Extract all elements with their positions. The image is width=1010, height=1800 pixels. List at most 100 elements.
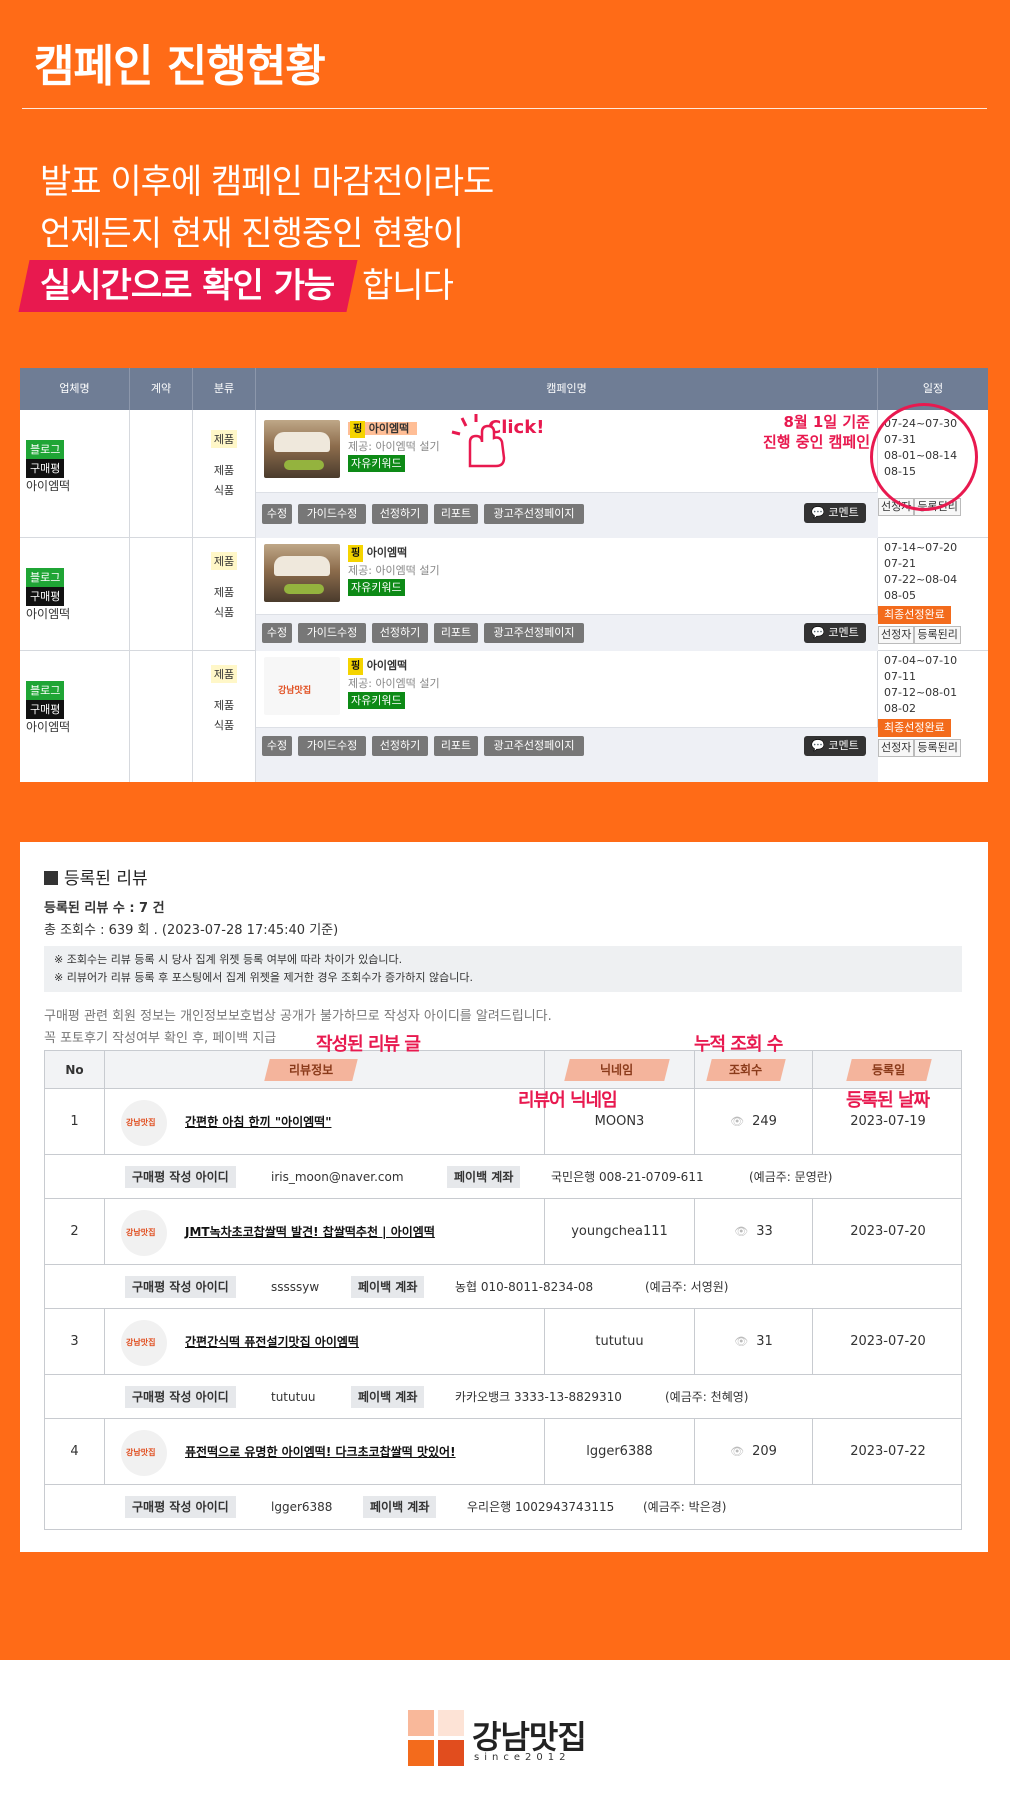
select-button[interactable]: 선정하기 [372,623,428,643]
ping-badge: 핑 [348,658,364,675]
registered-reviews-button[interactable]: 등록된리 [914,626,961,644]
guide-edit-button[interactable]: 가이드수정 [298,623,366,643]
date-annotation: 8월 1일 기준 진행 중인 캠페인 [762,413,870,451]
comment-button[interactable]: 💬 코멘트 [804,623,866,643]
intro-suffix: 합니다 [352,266,454,306]
nickname: tututuu [545,1309,695,1375]
reviewer-avatar: 강남맛집 [121,1100,167,1146]
campaign-name-link[interactable]: 아이엠떡 [367,546,407,559]
col-campaign: 캠페인명 [256,368,878,410]
reviewer-avatar: 강남맛집 [121,1210,167,1256]
col-review-info: 리뷰정보 [105,1051,545,1089]
action-bar: 수정 가이드수정 선정하기 리포트 광고주선정페이지 💬 코멘트 [256,727,878,782]
eye-icon: 👁 [730,1115,745,1128]
final-selection-badge[interactable]: 최종선정완료 [878,606,951,624]
action-bar: 수정 가이드수정 선정하기 리포트 광고주선정페이지 💬 코멘트 [256,492,878,538]
intro-text: 발표 이후에 캠페인 마감전이라도 언제든지 현재 진행중인 현황이 실시간으로… [18,156,494,312]
buy-review-badge: 구매평 [26,700,65,719]
buy-review-badge: 구매평 [26,459,65,478]
review-title-link[interactable]: 퓨전떡으로 유명한 아이엠떡! 다크초코찹쌀떡 맛있어! [185,1419,456,1485]
registered-reviews-button[interactable]: 등록된리 [914,739,961,757]
date-announce: 07-21 [884,557,916,570]
class-sub: 제품 [213,586,235,599]
campaign-table-header: 업체명 계약 분류 캠페인명 일정 [20,368,988,410]
review-table: No 리뷰정보 닉네임 조회수 등록일 1 강남맛집 간편한 아침 한끼 "아이… [44,1050,962,1530]
buyer-id: tututuu [271,1390,316,1404]
report-button[interactable]: 리포트 [434,504,478,524]
company-name: 아이엠떡 [26,479,71,493]
ping-badge: 핑 [350,421,366,438]
date-result: 08-05 [884,589,916,602]
action-bar: 수정 가이드수정 선정하기 리포트 광고주선정페이지 💬 코멘트 [256,614,878,651]
reg-date: 2023-07-22 [850,1444,926,1459]
reviewer-avatar: 강남맛집 [121,1430,167,1476]
date-review: 07-12~08-01 [884,686,958,699]
eye-icon: 👁 [734,1335,749,1348]
review-row: 4 강남맛집 퓨전떡으로 유명한 아이엠떡! 다크초코찹쌀떡 맛있어! lgge… [45,1419,961,1485]
account: 카카오뱅크 3333-13-8829310 [455,1390,622,1404]
blog-badge: 블로그 [26,568,65,587]
reviewer-avatar: 강남맛집 [121,1320,167,1366]
annotation-reviewer-nickname: 리뷰어 닉네임 [518,1090,618,1111]
views: 👁 209 [695,1419,813,1485]
brand-since: since2012 [474,1752,571,1763]
campaign-name-link[interactable]: 아이엠떡 [369,422,409,435]
total-views: 총 조회수 : 639 회 . (2023-07-28 17:45:40 기준) [44,923,339,938]
guide-edit-button[interactable]: 가이드수정 [298,504,366,524]
review-title-link[interactable]: JMT녹차초코찹쌀떡 발견! 찹쌀떡추천 | 아이엠떡 [185,1199,435,1265]
row-no: 4 [45,1419,105,1485]
reg-date: 2023-07-20 [850,1224,926,1239]
contract-cell [130,651,193,782]
comment-button[interactable]: 💬 코멘트 [804,736,866,756]
holder: (예금주: 서영원) [645,1280,729,1294]
col-views: 조회수 [695,1051,813,1089]
campaign-thumbnail[interactable] [264,544,340,602]
payback-label: 페이백 계좌 [363,1496,437,1518]
provider-text: 제공: 아이엠떡 설기 [348,564,440,577]
buy-review-badge: 구매평 [26,587,65,606]
notice-box: ※ 조회수는 리뷰 등록 시 당사 집계 위젯 등록 여부에 따라 차이가 있습… [44,946,962,992]
select-button[interactable]: 선정하기 [372,736,428,756]
review-panel: 등록된 리뷰 등록된 리뷰 수 : 7 건 총 조회수 : 639 회 . (2… [20,842,988,1552]
advertiser-select-page-button[interactable]: 광고주선정페이지 [484,504,584,524]
advertiser-select-page-button[interactable]: 광고주선정페이지 [484,736,584,756]
review-row: 2 강남맛집 JMT녹차초코찹쌀떡 발견! 찹쌀떡추천 | 아이엠떡 young… [45,1199,961,1265]
comment-button[interactable]: 💬 코멘트 [804,503,866,523]
edit-button[interactable]: 수정 [262,736,292,756]
selected-list-button[interactable]: 선정자 [878,739,915,757]
ping-badge: 핑 [348,545,364,562]
date-recruit: 07-04~07-10 [884,654,958,667]
review-title-link[interactable]: 간편간식떡 퓨전설기맛집 아이엠떡 [185,1309,359,1375]
date-review: 07-22~08-04 [884,573,958,586]
advertiser-select-page-button[interactable]: 광고주선정페이지 [484,623,584,643]
class-sub: 식품 [213,606,235,619]
info-line-2: 꼭 포토후기 작성여부 확인 후, 페이백 지급 [44,1031,277,1046]
campaign-thumbnail[interactable] [264,420,340,478]
final-selection-badge[interactable]: 최종선정완료 [878,719,951,737]
edit-button[interactable]: 수정 [262,623,292,643]
campaign-thumbnail[interactable]: 강남맛집 [264,657,340,715]
selected-list-button[interactable]: 선정자 [878,626,915,644]
annotation-registered-date: 등록된 날짜 [846,1090,930,1111]
select-button[interactable]: 선정하기 [372,504,428,524]
buyer-id: lgger6388 [271,1500,333,1514]
date-result: 08-02 [884,702,916,715]
campaign-name-link[interactable]: 아이엠떡 [367,659,407,672]
col-no: No [45,1051,105,1089]
keyword-badge: 자유키워드 [348,579,405,596]
pointer-hand-icon [451,414,506,468]
guide-edit-button[interactable]: 가이드수정 [298,736,366,756]
intro-line-1: 발표 이후에 캠페인 마감전이라도 [40,162,494,202]
col-nickname: 닉네임 [545,1051,695,1089]
report-button[interactable]: 리포트 [434,736,478,756]
holder: (예금주: 문영란) [749,1170,833,1184]
report-button[interactable]: 리포트 [434,623,478,643]
review-row: 3 강남맛집 간편간식떡 퓨전설기맛집 아이엠떡 tututuu 👁 31 202… [45,1309,961,1375]
campaign-row: 블로그 구매평 아이엠떡 제품 제품 식품 핑 아이엠떡 제공: 아이엠떡 설기… [20,538,988,651]
review-section-title: 등록된 리뷰 [44,864,148,889]
edit-button[interactable]: 수정 [262,504,292,524]
review-subrow: 구매평 작성 아이디 lgger6388 페이백 계좌 우리은행 1002943… [45,1485,961,1529]
review-title-link[interactable]: 간편한 아침 한끼 "아이엠떡" [185,1089,331,1155]
info-line-1: 구매평 관련 회원 정보는 개인정보보호법상 공개가 불가하므로 작성자 아이디… [44,1009,552,1024]
reg-date: 2023-07-20 [850,1334,926,1349]
